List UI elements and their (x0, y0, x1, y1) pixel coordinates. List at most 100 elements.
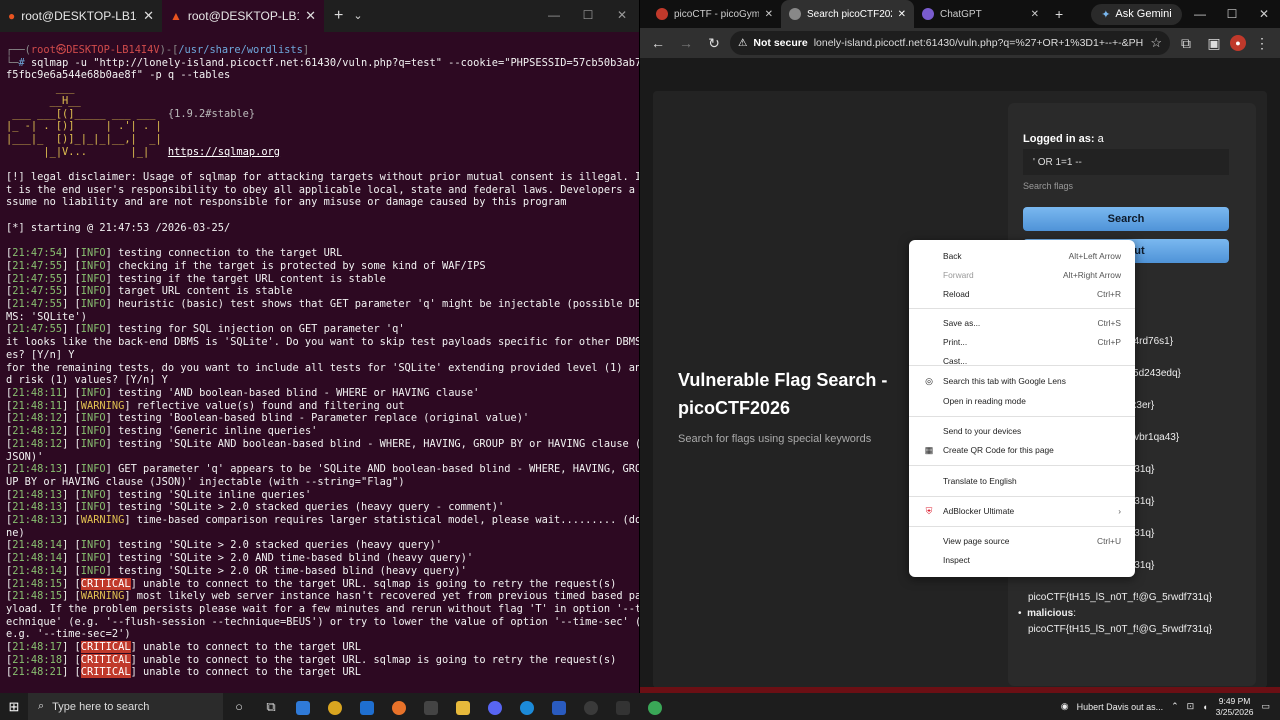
edge-icon[interactable] (511, 693, 543, 720)
context-menu-item[interactable]: Open in reading mode (909, 393, 1135, 409)
log-message: unable to connect to the target URL (136, 641, 362, 654)
colon: : (1073, 608, 1076, 619)
search-input[interactable] (1023, 149, 1229, 175)
forward-icon[interactable]: → (674, 31, 698, 55)
log-line: [21:48:12] [INFO] testing 'Generic inlin… (6, 425, 318, 438)
terminal-tab-1[interactable]: ● root@DESKTOP-LB14I4V: ~/Do ✕ (0, 0, 162, 32)
minimize-icon[interactable]: — (1184, 0, 1216, 28)
browser-window-controls: — ☐ ✕ (1184, 0, 1280, 28)
terminal-tab-label: root@DESKTOP-LB14I4V: ~/Do (21, 9, 137, 23)
chrome-icon[interactable] (319, 693, 351, 720)
chrome-icon[interactable] (639, 693, 671, 720)
terminal-icon[interactable] (607, 693, 639, 720)
menu-item-label: Create QR Code for this page (943, 445, 1054, 455)
close-window-icon[interactable]: ✕ (1248, 0, 1280, 28)
taskbar-search[interactable]: ⌕ Type here to search (28, 693, 223, 720)
log-time: 21:47:55 (12, 298, 63, 311)
discord-icon[interactable] (479, 693, 511, 720)
result-item: picoCTF{tH15_lS_n0T_f!@G_5rwdf731q} (1028, 592, 1213, 603)
context-menu-item[interactable]: ▦ Create QR Code for this page (909, 442, 1135, 458)
task-view-icon[interactable]: ⧉ (255, 693, 287, 720)
log-time: 21:47:55 (12, 323, 63, 336)
app-icon[interactable] (575, 693, 607, 720)
context-menu-item[interactable]: Back Alt+Left Arrow (909, 248, 1135, 264)
volume-icon[interactable]: ◖ (1202, 702, 1207, 712)
maximize-icon[interactable]: ☐ (571, 0, 605, 30)
store-icon[interactable] (415, 693, 447, 720)
minimize-icon[interactable]: — (537, 0, 571, 30)
close-icon[interactable]: ✕ (305, 8, 316, 24)
chevron-down-icon[interactable]: ⌄ (353, 0, 362, 32)
network-icon[interactable]: ⊡ (1187, 701, 1195, 712)
back-icon[interactable]: ← (646, 31, 670, 55)
close-icon[interactable]: ✕ (765, 9, 773, 20)
user-icon: ◉ (1060, 701, 1069, 711)
browser-tab-chatgpt[interactable]: ChatGPT ✕ (914, 0, 1047, 28)
log-line: [21:48:17] [CRITICAL] unable to connect … (6, 641, 362, 654)
terminal-output[interactable]: ┌──(root㉿DESKTOP-LB14I4V)-[/usr/share/wo… (6, 44, 639, 679)
log-line: [21:48:14] [INFO] testing 'SQLite > 2.0 … (6, 539, 442, 552)
menu-separator (909, 496, 1135, 497)
terminal-tab-2[interactable]: ▲ root@DESKTOP-LB14I4V: /usr/ ✕ (162, 0, 324, 32)
context-menu-item[interactable]: ⛨ AdBlocker Ultimate › (909, 503, 1135, 519)
log-time: 21:48:14 (12, 539, 63, 552)
cortana-icon[interactable]: ○ (223, 693, 255, 720)
log-time: 21:47:55 (12, 272, 63, 285)
close-icon[interactable]: ✕ (898, 9, 906, 20)
log-level: WARNING (80, 590, 125, 603)
close-window-icon[interactable]: ✕ (605, 0, 639, 30)
context-menu-item[interactable]: Reload Ctrl+R (909, 286, 1135, 302)
context-menu-item[interactable]: ◎ Search this tab with Google Lens (909, 373, 1135, 389)
menu-item-shortcut: Alt+Right Arrow (1063, 270, 1121, 280)
log-message: testing connection to the target URL (111, 247, 343, 260)
log-level: INFO (80, 463, 106, 476)
notification-icon[interactable]: ▭ (1261, 701, 1270, 712)
terminal-window: ● root@DESKTOP-LB14I4V: ~/Do ✕ ▲ root@DE… (0, 0, 639, 693)
log-line: e.g. '--time-sec=2') (6, 628, 131, 641)
chevron-up-icon[interactable]: ⌃ (1171, 701, 1179, 712)
search-button[interactable]: Search (1023, 207, 1229, 231)
browser-tab-search[interactable]: Search picoCTF2026 ✕ (781, 0, 914, 28)
menu-item-label: Back (943, 251, 962, 261)
log-level: INFO (80, 412, 106, 425)
close-icon[interactable]: ✕ (1031, 9, 1039, 20)
log-time: 21:48:14 (12, 552, 63, 565)
context-menu-item[interactable]: View page source Ctrl+U (909, 533, 1135, 549)
log-message: reflective value(s) found and filtering … (130, 399, 405, 412)
new-tab-icon[interactable]: + (1047, 6, 1071, 22)
context-menu-item[interactable]: Forward Alt+Right Arrow (909, 267, 1135, 283)
firefox-icon[interactable] (383, 693, 415, 720)
context-menu-item[interactable]: Cast... (909, 353, 1135, 369)
side-panel-icon[interactable]: ▣ (1202, 31, 1226, 55)
context-menu-item[interactable]: Save as... Ctrl+S (909, 315, 1135, 331)
context-menu-item[interactable]: Translate to English (909, 473, 1135, 489)
reload-icon[interactable]: ↻ (702, 31, 726, 55)
context-menu-item[interactable]: Print... Ctrl+P (909, 334, 1135, 350)
ask-gemini-button[interactable]: ✦ Ask Gemini (1091, 3, 1182, 25)
context-menu-item[interactable]: Send to your devices (909, 423, 1135, 439)
log-message: testing 'SQLite > 2.0 OR time-based blin… (111, 564, 467, 577)
maximize-icon[interactable]: ☐ (1216, 0, 1248, 28)
defender-icon[interactable] (543, 693, 575, 720)
menu-item-label: Translate to English (943, 476, 1017, 486)
log-time: 21:47:55 (12, 285, 63, 298)
tray-user-status[interactable]: Hubert Davis out as... (1077, 702, 1164, 712)
omnibox[interactable]: ⚠ Not secure lonely-island.picoctf.net:6… (730, 31, 1170, 55)
context-menu-item[interactable]: Inspect (909, 552, 1135, 568)
log-message: testing 'SQLite > 2.0 stacked queries (h… (111, 539, 442, 552)
menu-icon[interactable]: ⋮ (1250, 31, 1274, 55)
close-icon[interactable]: ✕ (143, 8, 154, 24)
clock[interactable]: 9:49 PM 3/25/2026 (1216, 696, 1254, 718)
browser-tab-picoctf[interactable]: picoCTF - picoGym Cha ✕ (648, 0, 781, 28)
log-line: [21:48:18] [CRITICAL] unable to connect … (6, 653, 617, 666)
browser-tab-bar: picoCTF - picoGym Cha ✕ Search picoCTF20… (640, 0, 1280, 28)
extensions-icon[interactable]: ⧉ (1174, 31, 1198, 55)
folder-icon[interactable] (447, 693, 479, 720)
windows-start-icon[interactable]: ⊞ (0, 693, 28, 720)
bookmark-star-icon[interactable]: ☆ (1150, 35, 1162, 51)
app-icon[interactable] (287, 693, 319, 720)
profile-avatar[interactable]: ● (1230, 35, 1246, 51)
mail-icon[interactable] (351, 693, 383, 720)
log-level: INFO (80, 259, 106, 272)
new-tab-icon[interactable]: + (324, 0, 353, 32)
